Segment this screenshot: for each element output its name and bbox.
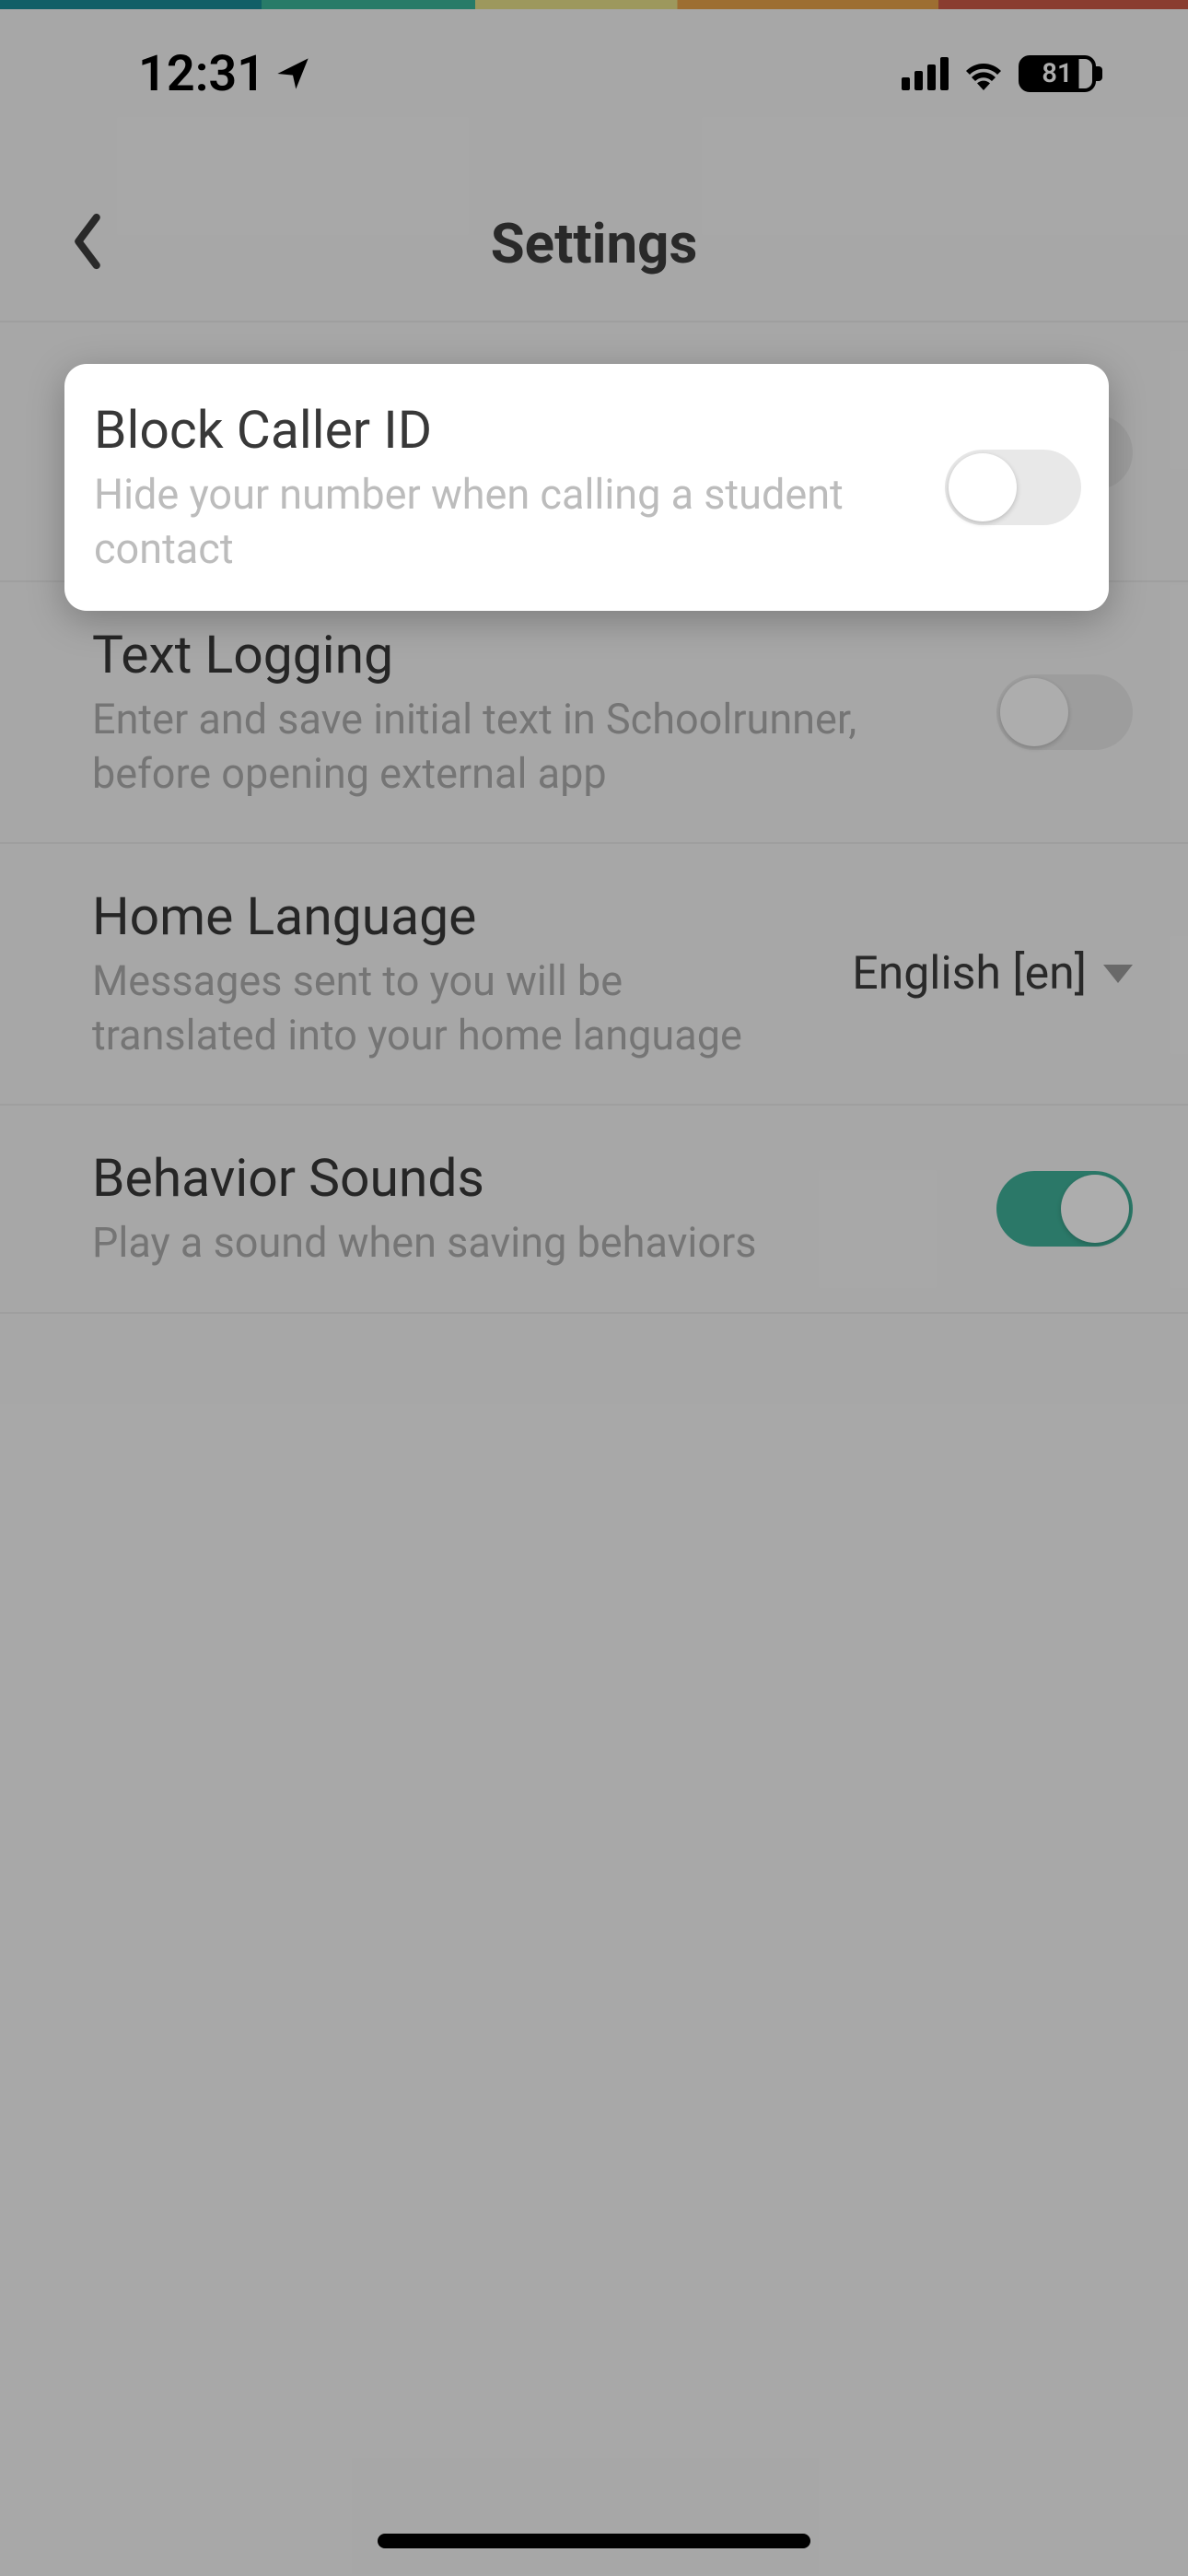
home-indicator[interactable] <box>378 2534 810 2548</box>
spotlight-setting-text: Block Caller ID Hide your number when ca… <box>94 399 908 576</box>
setting-title: Block Caller ID <box>94 399 908 461</box>
spotlight-block-caller-id[interactable]: Block Caller ID Hide your number when ca… <box>64 364 1109 611</box>
toggle-block-caller-id-spotlight[interactable] <box>945 450 1081 525</box>
setting-subtitle: Hide your number when calling a student … <box>94 468 908 576</box>
